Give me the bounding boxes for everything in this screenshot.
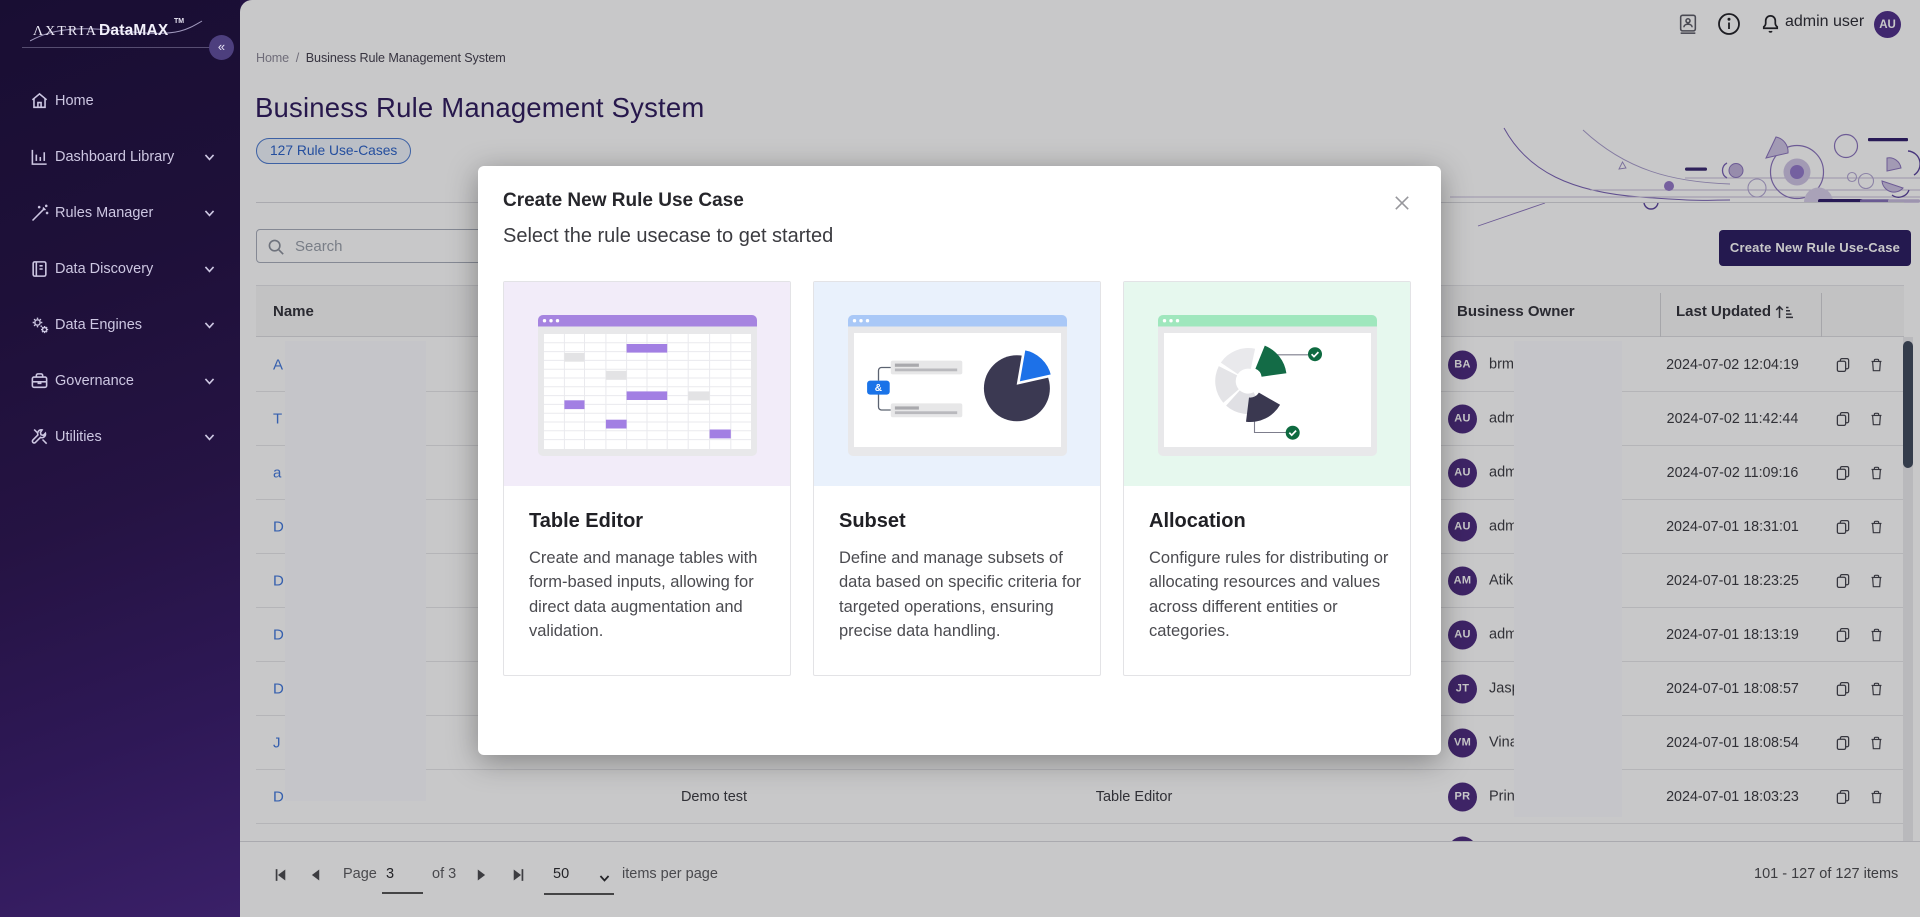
- svg-text:ΛXTRIA: ΛXTRIA: [33, 24, 98, 39]
- svg-text:TM: TM: [174, 18, 184, 25]
- svg-text:&: &: [875, 383, 882, 394]
- svg-text:DataMAX: DataMAX: [99, 22, 169, 39]
